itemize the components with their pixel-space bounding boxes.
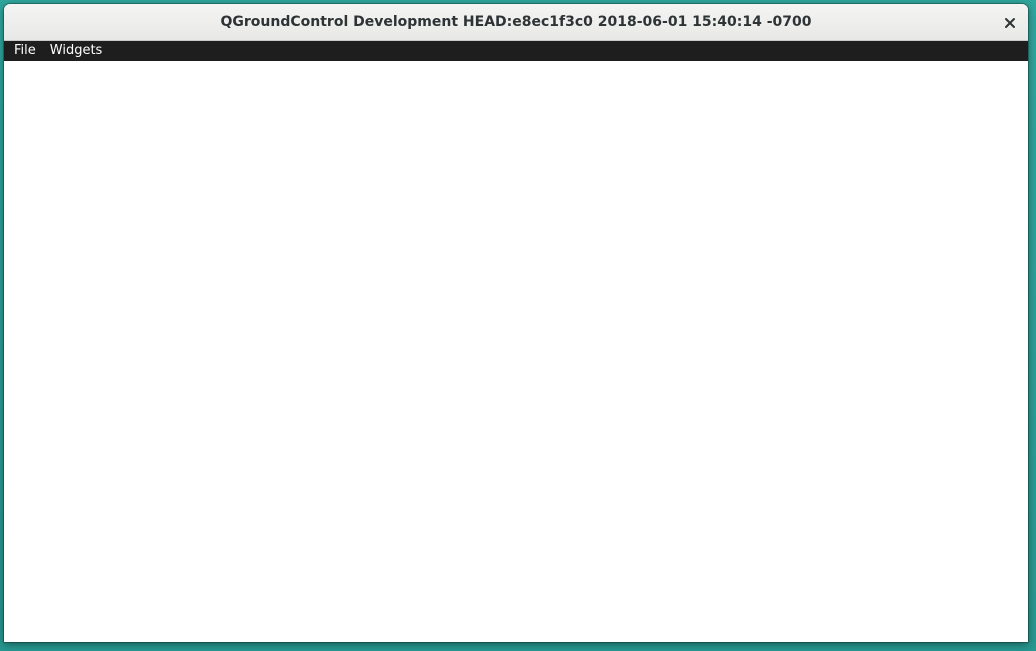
- app-window: QGroundControl Development HEAD:e8ec1f3c…: [4, 4, 1028, 642]
- window-titlebar[interactable]: QGroundControl Development HEAD:e8ec1f3c…: [4, 4, 1028, 41]
- close-button[interactable]: [998, 11, 1022, 35]
- menu-bar: File Widgets: [4, 41, 1028, 61]
- menu-widgets[interactable]: Widgets: [43, 41, 110, 61]
- main-content-area[interactable]: [4, 61, 1028, 642]
- menu-file[interactable]: File: [7, 41, 43, 61]
- window-title: QGroundControl Development HEAD:e8ec1f3c…: [220, 14, 812, 30]
- close-icon: [1005, 18, 1015, 28]
